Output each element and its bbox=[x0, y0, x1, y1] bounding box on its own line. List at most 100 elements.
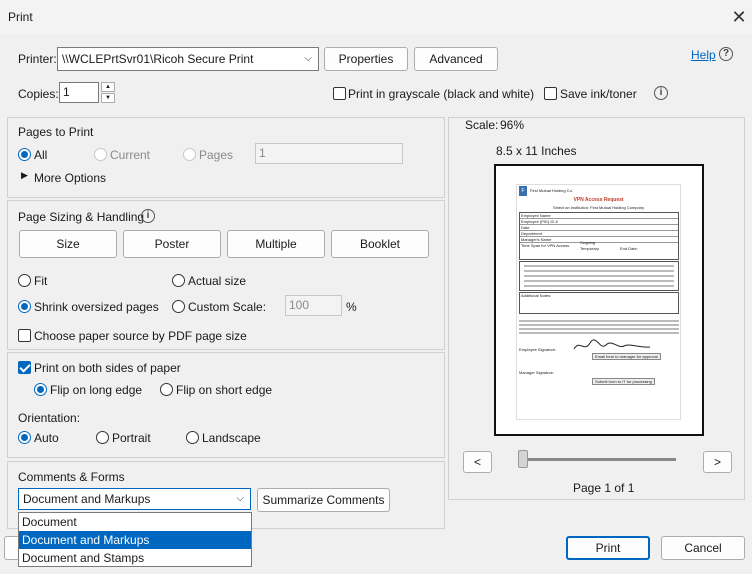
pages-to-print-heading: Pages to Print bbox=[18, 125, 94, 139]
pages-range-input[interactable]: 1 bbox=[255, 143, 403, 164]
doc-bullets bbox=[519, 261, 679, 291]
summarize-comments-button[interactable]: Summarize Comments bbox=[257, 488, 390, 512]
doc-text-line bbox=[519, 320, 679, 322]
radio-pages[interactable] bbox=[183, 148, 196, 161]
booklet-tab-button[interactable]: Booklet bbox=[331, 230, 429, 258]
window-title: Print bbox=[8, 10, 33, 24]
radio-pages-label: Pages bbox=[199, 148, 234, 162]
radio-all-label: All bbox=[34, 148, 48, 162]
page-slider-track[interactable] bbox=[518, 458, 676, 461]
radio-fit-label: Fit bbox=[34, 274, 48, 288]
doc-org: First Mutual Holding Co. bbox=[530, 188, 573, 193]
printer-select[interactable]: \\WCLEPrtSvr01\Ricoh Secure Print ⌵ bbox=[57, 47, 319, 71]
doc-subtitle: Select an Institution: First Mutual Hold… bbox=[553, 205, 644, 210]
copies-input[interactable]: 1 bbox=[59, 82, 99, 103]
radio-custom-scale[interactable] bbox=[172, 300, 185, 313]
multiple-tab-button[interactable]: Multiple bbox=[227, 230, 325, 258]
percent-label: % bbox=[346, 300, 357, 314]
paper-source-label: Choose paper source by PDF page size bbox=[34, 329, 247, 343]
comments-heading: Comments & Forms bbox=[18, 470, 125, 484]
copies-label: Copies: bbox=[18, 87, 59, 101]
cancel-button[interactable]: Cancel bbox=[661, 536, 745, 560]
properties-button[interactable]: Properties bbox=[324, 47, 408, 71]
custom-scale-input[interactable]: 100 bbox=[285, 295, 342, 316]
dropdown-option-document-and-markups[interactable]: Document and Markups bbox=[19, 531, 251, 549]
doc-bullet-line bbox=[524, 265, 674, 267]
doc-title: VPN Access Request bbox=[573, 197, 624, 203]
help-icon[interactable]: ? bbox=[719, 47, 733, 61]
radio-current-label: Current bbox=[110, 148, 151, 162]
portrait-label: Portrait bbox=[112, 431, 151, 445]
print-button[interactable]: Print bbox=[566, 536, 650, 560]
radio-actual-size[interactable] bbox=[172, 274, 185, 287]
copies-increment-icon[interactable]: ▲ bbox=[101, 82, 115, 92]
radio-landscape[interactable] bbox=[186, 431, 199, 444]
radio-auto[interactable] bbox=[18, 431, 31, 444]
doc-submit-manager: Email form to manager for approval bbox=[592, 353, 661, 360]
radio-portrait[interactable] bbox=[96, 431, 109, 444]
comments-dropdown-list: Document Document and Markups Document a… bbox=[18, 512, 252, 567]
flip-long-label: Flip on long edge bbox=[50, 383, 143, 397]
save-ink-checkbox[interactable] bbox=[544, 87, 557, 100]
page-indicator: Page 1 of 1 bbox=[573, 481, 635, 495]
radio-flip-short[interactable] bbox=[160, 383, 173, 396]
doc-bullet-line bbox=[524, 270, 674, 272]
radio-all[interactable] bbox=[18, 148, 31, 161]
radio-current[interactable] bbox=[94, 148, 107, 161]
comments-select[interactable]: Document and Markups ⌵ bbox=[18, 488, 251, 510]
doc-fields-table: Employee Name Employee (PID) ID # Date D… bbox=[519, 212, 679, 260]
poster-tab-button[interactable]: Poster bbox=[123, 230, 221, 258]
page-slider-thumb[interactable] bbox=[518, 450, 528, 468]
radio-actual-size-label: Actual size bbox=[188, 274, 247, 288]
printer-select-value: \\WCLEPrtSvr01\Ricoh Secure Print bbox=[62, 52, 254, 66]
org-logo: F bbox=[519, 186, 527, 196]
doc-temporary: Temporary bbox=[580, 246, 599, 251]
dropdown-option-document-and-stamps[interactable]: Document and Stamps bbox=[19, 549, 251, 567]
paper-size-label: 8.5 x 11 Inches bbox=[496, 144, 577, 158]
radio-custom-scale-label: Custom Scale: bbox=[188, 300, 267, 314]
more-options-toggle[interactable]: More Options bbox=[34, 171, 106, 185]
doc-manager-sig-label: Manager Signature: bbox=[519, 370, 555, 375]
doc-bullet-line bbox=[524, 280, 674, 282]
grayscale-label: Print in grayscale (black and white) bbox=[348, 87, 535, 101]
printer-label: Printer: bbox=[18, 52, 57, 66]
paper-source-checkbox[interactable] bbox=[18, 329, 31, 342]
doc-employee-sig-label: Employee Signature: bbox=[519, 347, 557, 352]
close-icon[interactable]: ✕ bbox=[726, 4, 752, 30]
info-icon[interactable]: i bbox=[654, 86, 668, 100]
doc-agreement bbox=[519, 318, 679, 336]
orientation-label: Orientation: bbox=[18, 411, 81, 425]
comments-select-value: Document and Markups bbox=[23, 492, 151, 506]
previous-page-button[interactable]: < bbox=[463, 451, 492, 473]
signature-scribble-icon bbox=[573, 339, 651, 350]
radio-flip-long[interactable] bbox=[34, 383, 47, 396]
next-page-button[interactable]: > bbox=[703, 451, 732, 473]
flip-short-label: Flip on short edge bbox=[176, 383, 273, 397]
landscape-label: Landscape bbox=[202, 431, 261, 445]
scale-label: Scale: bbox=[465, 118, 499, 132]
doc-text-line bbox=[519, 328, 679, 330]
doc-end-date: End Date: bbox=[620, 246, 638, 251]
doc-notes-label: Additional Notes: bbox=[521, 293, 552, 298]
title-bar bbox=[0, 0, 752, 34]
scale-value: 96% bbox=[500, 118, 525, 132]
both-sides-label: Print on both sides of paper bbox=[34, 361, 181, 375]
size-tab-button[interactable]: Size bbox=[19, 230, 117, 258]
expand-triangle-icon[interactable]: ▶ bbox=[21, 170, 28, 181]
doc-bullet-line bbox=[524, 285, 674, 287]
chevron-down-icon: ⌵ bbox=[236, 493, 244, 504]
copies-decrement-icon[interactable]: ▼ bbox=[101, 93, 115, 103]
advanced-button[interactable]: Advanced bbox=[414, 47, 498, 71]
sizing-info-icon[interactable]: i bbox=[141, 209, 155, 223]
radio-shrink-label: Shrink oversized pages bbox=[34, 300, 159, 314]
auto-label: Auto bbox=[34, 431, 59, 445]
radio-shrink-oversized[interactable] bbox=[18, 300, 31, 313]
radio-fit[interactable] bbox=[18, 274, 31, 287]
grayscale-checkbox[interactable] bbox=[333, 87, 346, 100]
both-sides-checkbox[interactable] bbox=[18, 361, 31, 374]
page-sizing-heading: Page Sizing & Handling bbox=[18, 210, 145, 224]
dropdown-option-document[interactable]: Document bbox=[19, 513, 251, 531]
help-link[interactable]: Help bbox=[691, 48, 716, 62]
chevron-down-icon: ⌵ bbox=[304, 53, 312, 64]
doc-bullet-line bbox=[524, 275, 674, 277]
